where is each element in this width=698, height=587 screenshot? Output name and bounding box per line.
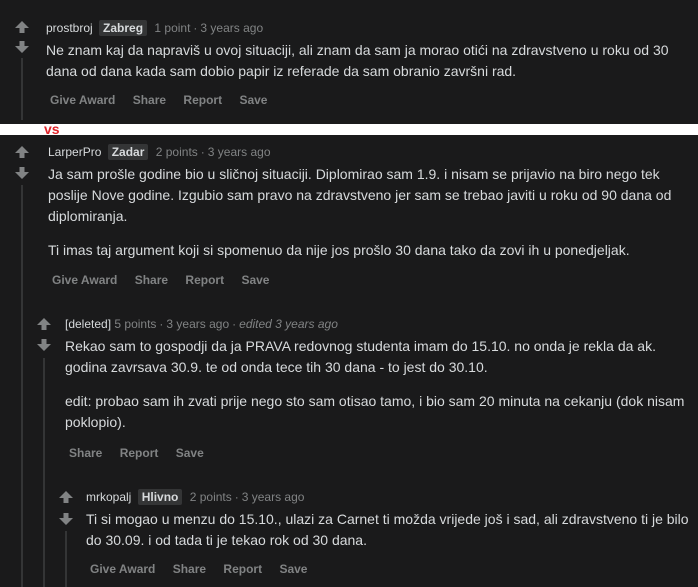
comment-meta: [deleted] 5 points · 3 years ago · edited 3 …: [65, 316, 338, 332]
timestamp[interactable]: 3 years ago: [200, 21, 263, 35]
comment-meta: prostbroj Zabreg 1 point · 3 years ago: [46, 20, 263, 36]
comment-body: Ti si mogao u menzu do 15.10., ulazi za …: [86, 509, 691, 551]
save-button[interactable]: Save: [176, 446, 204, 460]
share-button[interactable]: Share: [133, 93, 166, 107]
save-button[interactable]: Save: [279, 562, 307, 576]
separator-band: [0, 124, 698, 135]
comment-paragraph: edit: probao sam ih zvati prije nego sto…: [65, 393, 685, 430]
downvote-icon[interactable]: [36, 338, 52, 352]
downvote-icon[interactable]: [58, 512, 74, 526]
upvote-icon[interactable]: [14, 20, 30, 34]
share-button[interactable]: Share: [69, 446, 102, 460]
comment-body: Ne znam kaj da napraviš u ovoj situaciji…: [46, 40, 686, 82]
upvote-icon[interactable]: [36, 317, 52, 331]
timestamp[interactable]: 3 years ago: [166, 317, 229, 331]
report-button[interactable]: Report: [223, 562, 262, 576]
comment-actions: Give Award Share Report Save: [50, 92, 281, 108]
thread-line[interactable]: [21, 58, 23, 120]
meta-separator: ·: [234, 490, 239, 504]
timestamp[interactable]: 3 years ago: [208, 145, 271, 159]
points: 2 points: [189, 490, 232, 504]
meta-separator: ·: [232, 317, 237, 331]
comment-paragraph: Ti si mogao u menzu do 15.10., ulazi za …: [86, 511, 689, 548]
upvote-icon[interactable]: [14, 145, 30, 159]
separator-label: vs: [44, 121, 60, 137]
comment-body: Rekao sam to gospodji da ja PRAVA redovn…: [65, 336, 690, 433]
comment-body: Ja sam prošle godine bio u sličnoj situa…: [48, 164, 688, 261]
give-award-button[interactable]: Give Award: [52, 273, 117, 287]
downvote-icon[interactable]: [14, 166, 30, 180]
points: 5 points: [114, 317, 157, 331]
comment-actions: Give Award Share Report Save: [52, 272, 283, 288]
save-button[interactable]: Save: [239, 93, 267, 107]
report-button[interactable]: Report: [120, 446, 159, 460]
timestamp[interactable]: 3 years ago: [242, 490, 305, 504]
user-flair: Zabreg: [99, 20, 148, 36]
comment-actions: Give Award Share Report Save: [90, 561, 321, 577]
thread-line[interactable]: [21, 185, 23, 587]
comment-meta: mrkopalj Hlivno 2 points · 3 years ago: [86, 489, 304, 505]
user-flair: Zadar: [107, 144, 149, 160]
comment-paragraph: Ne znam kaj da napraviš u ovoj situaciji…: [46, 42, 669, 79]
share-button[interactable]: Share: [135, 273, 168, 287]
save-button[interactable]: Save: [241, 273, 269, 287]
user-flair: Hlivno: [137, 489, 183, 505]
share-button[interactable]: Share: [173, 562, 206, 576]
give-award-button[interactable]: Give Award: [50, 93, 115, 107]
points: 2 points: [155, 145, 198, 159]
comment-actions: Share Report Save: [69, 445, 218, 461]
thread-line[interactable]: [43, 358, 45, 587]
author-link[interactable]: mrkopalj: [86, 490, 131, 504]
comment-paragraph: Ti imas taj argument koji si spomenuo da…: [48, 242, 630, 258]
points: 1 point: [154, 21, 191, 35]
author-link[interactable]: prostbroj: [46, 21, 93, 35]
upvote-icon[interactable]: [58, 490, 74, 504]
report-button[interactable]: Report: [185, 273, 224, 287]
comment-meta: LarperPro Zadar 2 points · 3 years ago: [48, 144, 271, 160]
comment-paragraph: Rekao sam to gospodji da ja PRAVA redovn…: [65, 338, 656, 375]
meta-separator: ·: [159, 317, 164, 331]
report-button[interactable]: Report: [183, 93, 222, 107]
comment-paragraph: Ja sam prošle godine bio u sličnoj situa…: [48, 166, 672, 224]
give-award-button[interactable]: Give Award: [90, 562, 155, 576]
author-link[interactable]: LarperPro: [48, 145, 101, 159]
downvote-icon[interactable]: [14, 40, 30, 54]
thread-line[interactable]: [65, 531, 67, 587]
edited-label: edited 3 years ago: [239, 317, 338, 331]
author-link[interactable]: [deleted]: [65, 317, 111, 331]
meta-separator: ·: [193, 21, 198, 35]
meta-separator: ·: [200, 145, 205, 159]
